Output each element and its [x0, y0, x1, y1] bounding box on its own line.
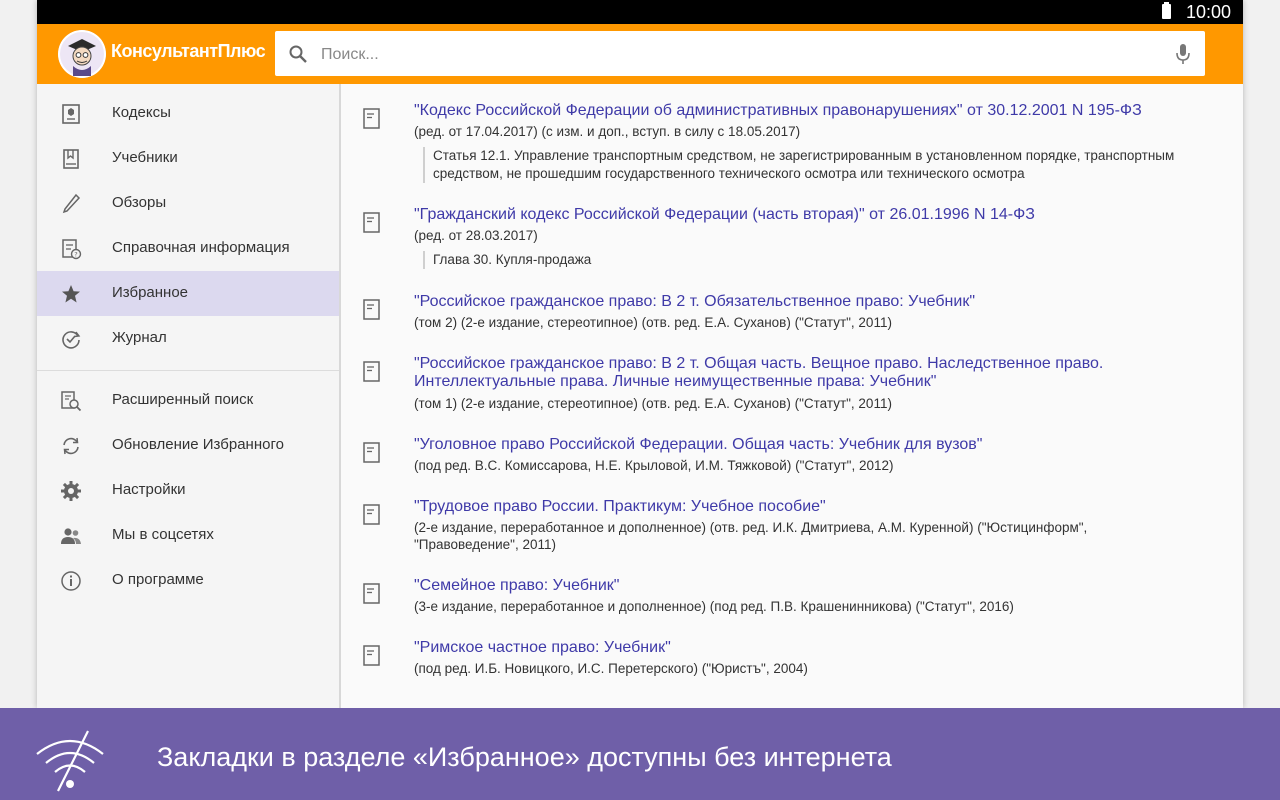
document-title[interactable]: "Кодекс Российской Федерации об админист… [414, 102, 1234, 120]
app-brand: КонсультантПлюс [111, 41, 266, 61]
sidebar-item-label: Учебники [112, 149, 178, 166]
document-title[interactable]: "Российское гражданское право: В 2 т. Об… [414, 355, 1134, 391]
favorites-list: "Кодекс Российской Федерации об админист… [341, 84, 1243, 708]
list-item[interactable]: "Гражданский кодекс Российской Федерации… [341, 206, 1221, 270]
search-bar[interactable] [275, 31, 1205, 78]
gear-icon [61, 481, 81, 501]
textbook-icon [63, 149, 79, 169]
sidebar-item-textbooks[interactable]: Учебники [37, 136, 339, 181]
document-meta: (ред. от 17.04.2017) (с изм. и доп., вст… [414, 124, 801, 139]
status-time: 10:00 [1185, 2, 1231, 22]
document-title[interactable]: "Трудовое право России. Практикум: Учебн… [414, 498, 1174, 516]
document-meta: (том 2) (2-е издание, стереотипное) (отв… [414, 315, 892, 330]
list-item[interactable]: "Трудовое право России. Практикум: Учебн… [341, 498, 1221, 556]
advanced-search-icon [61, 391, 82, 412]
document-icon [363, 361, 380, 382]
document-icon [363, 212, 380, 233]
list-item[interactable]: "Кодекс Российской Федерации об админист… [341, 102, 1221, 184]
reference-icon: ? [62, 239, 82, 260]
sidebar-item-label: Журнал [112, 329, 167, 346]
document-icon [363, 299, 380, 320]
sidebar-item-label: Обновление Избранного [112, 436, 284, 453]
document-title[interactable]: "Римское частное право: Учебник" [414, 639, 1174, 657]
document-excerpt[interactable]: Статья 12.1. Управление транспортным сре… [423, 147, 1223, 183]
document-title[interactable]: "Уголовное право Российской Федерации. О… [414, 436, 1174, 454]
document-title[interactable]: "Семейное право: Учебник" [414, 577, 1174, 595]
sidebar-item-settings[interactable]: Настройки [37, 468, 339, 513]
list-item[interactable]: "Римское частное право: Учебник" (под ре… [341, 639, 1221, 679]
list-item[interactable]: "Российское гражданское право: В 2 т. Об… [341, 293, 1221, 333]
sidebar-item-label: Обзоры [112, 194, 167, 211]
sidebar-item-reference[interactable]: ? Справочная информация [37, 226, 339, 271]
document-meta: (том 1) (2-е издание, стереотипное) (отв… [414, 396, 892, 411]
codex-icon [62, 104, 80, 124]
list-item[interactable]: "Российское гражданское право: В 2 т. Об… [341, 355, 1221, 415]
sidebar-item-label: Настройки [112, 481, 186, 498]
document-icon [363, 504, 380, 525]
document-meta: (под ред. И.Б. Новицкого, И.С. Перетерск… [414, 661, 808, 676]
info-icon [61, 571, 81, 591]
app-window: 10:00 КонсультантПлюс Поиск... Кодексы У… [37, 0, 1243, 708]
document-meta: (2-е издание, переработанное и дополненн… [414, 520, 1088, 552]
sidebar-item-sync-favorites[interactable]: Обновление Избранного [37, 423, 339, 468]
svg-text:?: ? [74, 251, 77, 259]
consultant-logo-icon[interactable] [58, 30, 106, 78]
list-item[interactable]: "Уголовное право Российской Федерации. О… [341, 436, 1221, 476]
sync-icon [63, 437, 79, 455]
sidebar-item-label: Избранное [112, 284, 189, 301]
people-icon [61, 528, 81, 544]
sidebar-item-favorites[interactable]: Избранное [37, 271, 339, 316]
document-excerpt[interactable]: Глава 30. Купля-продажа [423, 251, 1223, 269]
search-icon [289, 45, 307, 63]
document-icon [363, 442, 380, 463]
sidebar-item-reviews[interactable]: Обзоры [37, 181, 339, 226]
sidebar-item-about[interactable]: О программе [37, 558, 339, 603]
promo-banner: Закладки в разделе «Избранное» доступны … [0, 708, 1280, 800]
pencil-icon [62, 193, 81, 214]
sidebar-item-label: Справочная информация [112, 239, 290, 256]
document-title[interactable]: "Российское гражданское право: В 2 т. Об… [414, 293, 1174, 311]
sidebar-divider [37, 370, 339, 371]
sidebar-item-codexes[interactable]: Кодексы [37, 91, 339, 136]
sidebar-item-social[interactable]: Мы в соцсетях [37, 513, 339, 558]
banner-text: Закладки в разделе «Избранное» доступны … [157, 742, 892, 772]
document-icon [363, 583, 380, 604]
star-icon [62, 285, 80, 303]
microphone-icon[interactable] [1175, 43, 1191, 65]
document-icon [363, 645, 380, 666]
status-bar: 10:00 [37, 0, 1243, 24]
app-bar: КонсультантПлюс [37, 24, 1243, 84]
list-item[interactable]: "Семейное право: Учебник" (3-е издание, … [341, 577, 1221, 617]
sidebar-item-history[interactable]: Журнал [37, 316, 339, 361]
document-title[interactable]: "Гражданский кодекс Российской Федерации… [414, 206, 1174, 224]
navigation-drawer: Кодексы Учебники Обзоры ? Справочная инф… [37, 84, 341, 708]
search-input[interactable] [319, 31, 1163, 78]
sidebar-item-label: Кодексы [112, 104, 171, 121]
sidebar-item-label: Расширенный поиск [112, 391, 254, 408]
document-meta: (ред. от 28.03.2017) [414, 228, 538, 243]
document-meta: (3-е издание, переработанное и дополненн… [414, 599, 1014, 614]
sidebar-item-label: О программе [112, 571, 204, 588]
sidebar-item-label: Мы в соцсетях [112, 526, 214, 543]
sidebar-item-advanced-search[interactable]: Расширенный поиск [37, 378, 339, 423]
history-icon [62, 331, 81, 349]
document-meta: (под ред. В.С. Комиссарова, Н.Е. Крылово… [414, 458, 894, 473]
document-icon [363, 108, 380, 129]
no-wifi-icon [36, 730, 104, 792]
battery-icon [1162, 2, 1171, 19]
